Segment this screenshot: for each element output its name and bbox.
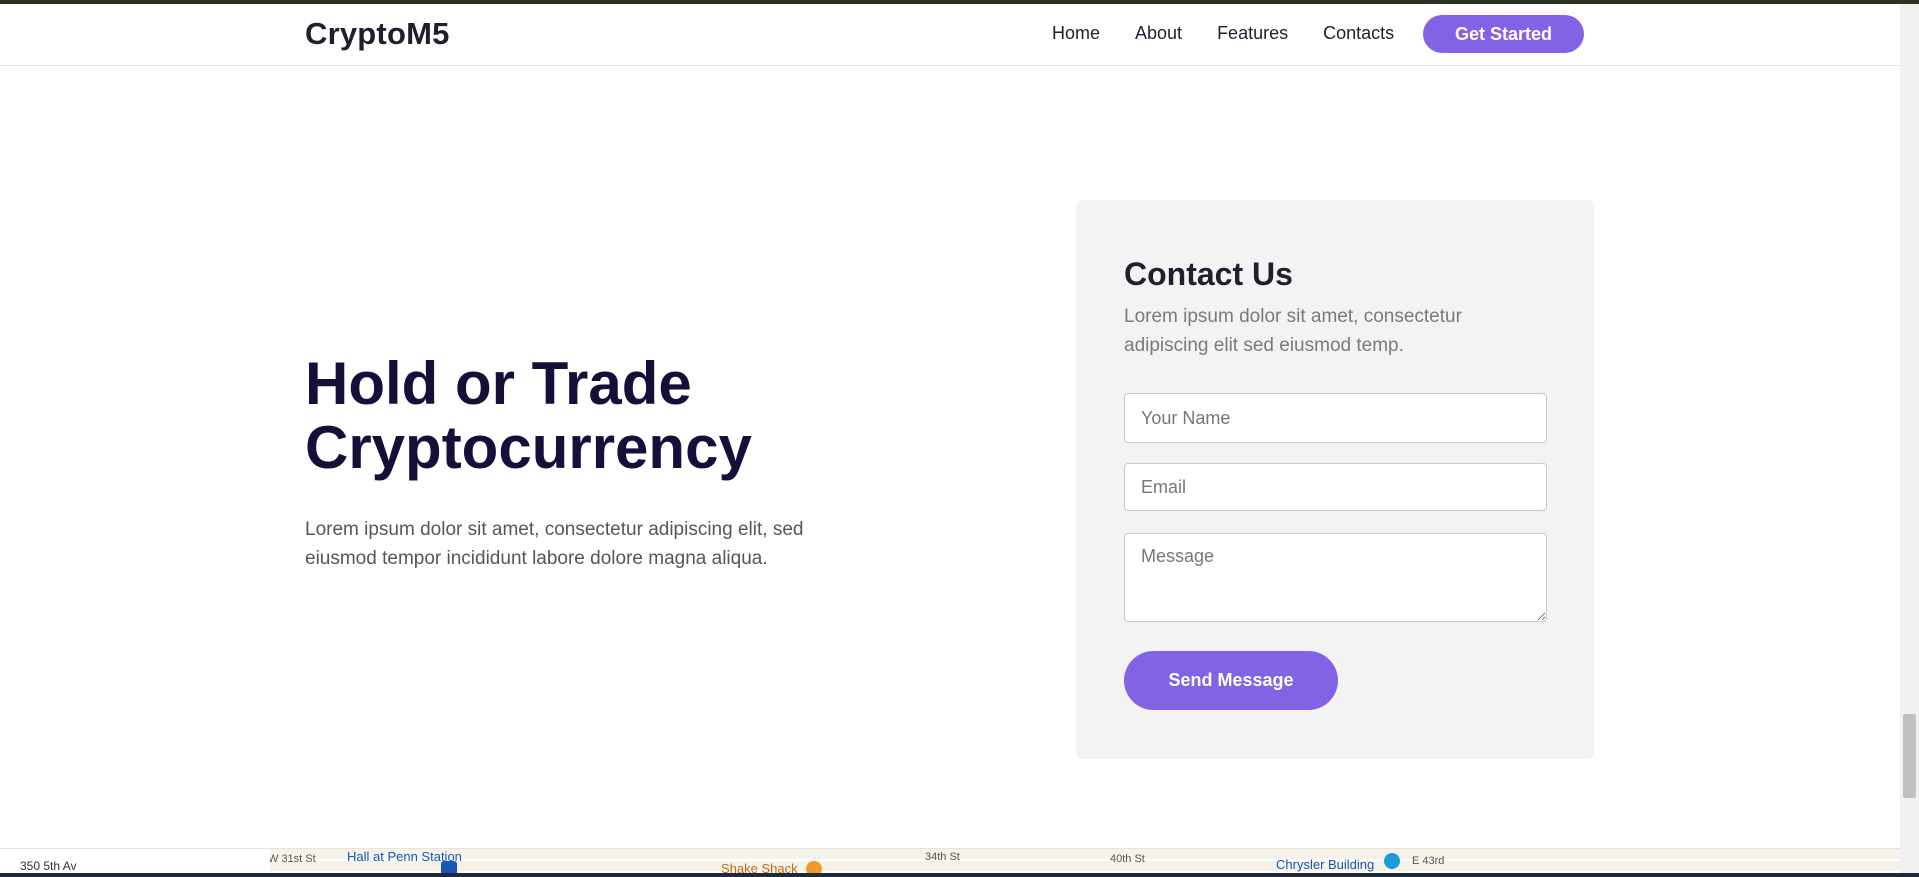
hero-text: Lorem ipsum dolor sit amet, consectetur … [305, 519, 804, 569]
name-input[interactable] [1124, 393, 1547, 443]
page-scrollbar[interactable] [1900, 4, 1919, 873]
hero-title-line-2: Cryptocurrency [305, 414, 752, 481]
contact-subtitle: Lorem ipsum dolor sit amet, consectetur … [1124, 306, 1462, 356]
navbar: CryptoM5 Home About Features Contacts Ge… [0, 4, 1900, 66]
map-street-label: E 43rd [1412, 855, 1445, 867]
bottom-edge-bar [0, 873, 1919, 877]
map-street-label: 40th St [1110, 853, 1145, 865]
nav-link-features[interactable]: Features [1217, 23, 1288, 44]
message-textarea[interactable] [1124, 533, 1547, 622]
map-street-label: 34th St [925, 851, 960, 863]
send-message-button[interactable]: Send Message [1124, 651, 1338, 710]
nav-links: Home About Features Contacts [1052, 23, 1394, 44]
nav-link-about[interactable]: About [1135, 23, 1182, 44]
nav-link-home[interactable]: Home [1052, 23, 1100, 44]
map-poi-label: Chrysler Building [1276, 857, 1375, 872]
hero-title-line-1: Hold or Trade [305, 350, 692, 417]
landmark-icon [1384, 853, 1400, 869]
map-street-label: W 31st St [268, 853, 316, 865]
get-started-button[interactable]: Get Started [1423, 15, 1584, 53]
nav-link-contacts[interactable]: Contacts [1323, 23, 1394, 44]
email-input[interactable] [1124, 463, 1547, 511]
scrollbar-thumb[interactable] [1903, 714, 1916, 798]
contact-title: Contact Us [1124, 256, 1293, 292]
hero-title: Hold or Trade Cryptocurrency [305, 352, 865, 480]
brand-logo[interactable]: CryptoM5 [305, 16, 450, 52]
contact-card: Contact Us Lorem ipsum dolor sit amet, c… [1076, 200, 1594, 759]
